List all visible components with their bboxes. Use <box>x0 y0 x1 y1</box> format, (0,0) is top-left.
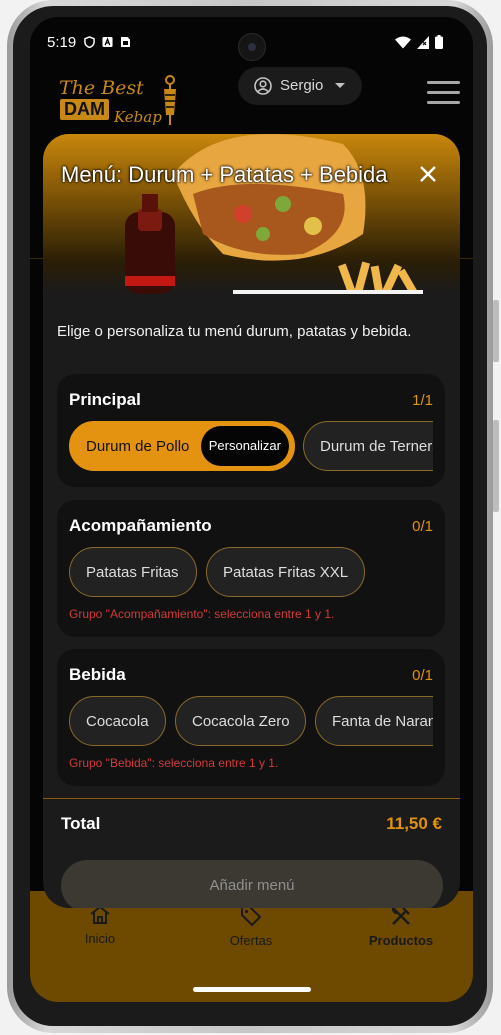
total-value: 11,50 € <box>386 814 442 833</box>
front-camera <box>238 33 266 61</box>
option-chip-fanta-de-naranja[interactable]: Fanta de Naranja <box>315 696 433 746</box>
validation-error: Grupo "Bebida": selecciona entre 1 y 1. <box>69 756 279 770</box>
group-count: 1/1 <box>412 392 433 409</box>
menu-icon[interactable] <box>427 81 460 105</box>
option-label: Cocacola Zero <box>192 713 290 730</box>
user-name: Sergio <box>280 77 324 94</box>
user-icon <box>254 77 272 95</box>
option-chip-patatas-fritas[interactable]: Patatas Fritas <box>69 547 197 597</box>
group-count: 0/1 <box>412 667 433 684</box>
option-chip-durum-de-pollo[interactable]: Durum de Pollo Personalizar <box>69 421 295 471</box>
group-count: 0/1 <box>412 518 433 535</box>
option-label: Durum de Pollo <box>86 438 190 455</box>
nav-item-inicio[interactable]: Inicio <box>40 905 160 946</box>
tag-icon <box>241 906 262 927</box>
option-row: Patatas Fritas Patatas Fritas XXL <box>69 547 433 599</box>
app-a-icon <box>102 36 113 48</box>
nav-label-ofertas: Ofertas <box>229 933 273 948</box>
option-label: Patatas Fritas XXL <box>223 564 349 581</box>
nav-item-productos[interactable]: Productos <box>341 905 461 948</box>
total-label: Total <box>61 814 101 833</box>
menu-hero-image <box>43 134 460 294</box>
logo-line-1: The Best <box>59 77 144 99</box>
option-row: Durum de Pollo Personalizar Durum de Ter… <box>69 421 433 473</box>
battery-icon <box>435 35 443 49</box>
wifi-icon <box>395 36 411 48</box>
total-divider <box>43 798 460 799</box>
add-menu-button[interactable]: Añadir menú <box>61 860 443 908</box>
option-row: Cocacola Cocacola Zero Fanta de Naranja <box>69 696 433 748</box>
close-icon[interactable] <box>417 163 439 185</box>
signal-icon <box>417 35 429 49</box>
power-button <box>493 300 499 362</box>
option-label: Patatas Fritas <box>86 564 179 581</box>
option-label: Cocacola <box>86 713 149 730</box>
group-title: Acompañamiento <box>69 516 212 535</box>
kebab-spit-icon <box>164 75 176 125</box>
option-chip-cocacola[interactable]: Cocacola <box>69 696 166 746</box>
option-label: Fanta de Naranja <box>332 713 433 730</box>
option-group-bebida: Bebida 0/1 Cocacola Cocacola Zero Fanta … <box>57 649 445 786</box>
sim-card-icon <box>121 37 130 47</box>
option-chip-patatas-fritas-xxl[interactable]: Patatas Fritas XXL <box>206 547 365 597</box>
option-label: Durum de Ternera <box>320 438 433 455</box>
logo-line-3: Kebap <box>114 108 162 126</box>
group-title: Principal <box>69 390 141 409</box>
option-chip-cocacola-zero[interactable]: Cocacola Zero <box>175 696 306 746</box>
status-bar: 5:19 <box>30 17 473 65</box>
durum-illustration <box>125 134 423 294</box>
home-icon <box>90 905 110 924</box>
menu-dialog: Menú: Durum + Patatas + Bebida Elige o p… <box>43 134 460 908</box>
chevron-down-icon <box>335 83 345 88</box>
home-indicator[interactable] <box>193 987 311 992</box>
logo-line-2: DAM <box>60 99 109 120</box>
option-group-acompanamiento: Acompañamiento 0/1 Patatas Fritas Patata… <box>57 500 445 637</box>
group-title: Bebida <box>69 665 126 684</box>
dialog-title: Menú: Durum + Patatas + Bebida <box>61 162 388 187</box>
status-right-icons <box>395 35 443 49</box>
utensils-icon <box>391 907 410 925</box>
option-chip-durum-de-ternera[interactable]: Durum de Ternera <box>303 421 433 471</box>
volume-button <box>493 420 499 512</box>
dialog-description: Elige o personaliza tu menú durum, patat… <box>57 323 412 340</box>
status-left-icons <box>84 36 131 48</box>
validation-error: Grupo "Acompañamiento": selecciona entre… <box>69 607 335 621</box>
nav-label-productos: Productos <box>368 933 434 948</box>
personalize-button[interactable]: Personalizar <box>200 426 289 466</box>
status-time: 5:19 <box>47 34 77 51</box>
user-dropdown[interactable]: Sergio <box>238 67 362 105</box>
screen: 5:19 The Best DAM Kebap Sergio Inicio Of… <box>30 17 473 1002</box>
nav-label-inicio: Inicio <box>84 931 116 946</box>
nav-item-ofertas[interactable]: Ofertas <box>191 905 311 948</box>
shield-icon <box>84 36 95 48</box>
brand-logo[interactable]: The Best DAM Kebap <box>59 75 185 131</box>
option-group-principal: Principal 1/1 Durum de Pollo Personaliza… <box>57 374 445 487</box>
